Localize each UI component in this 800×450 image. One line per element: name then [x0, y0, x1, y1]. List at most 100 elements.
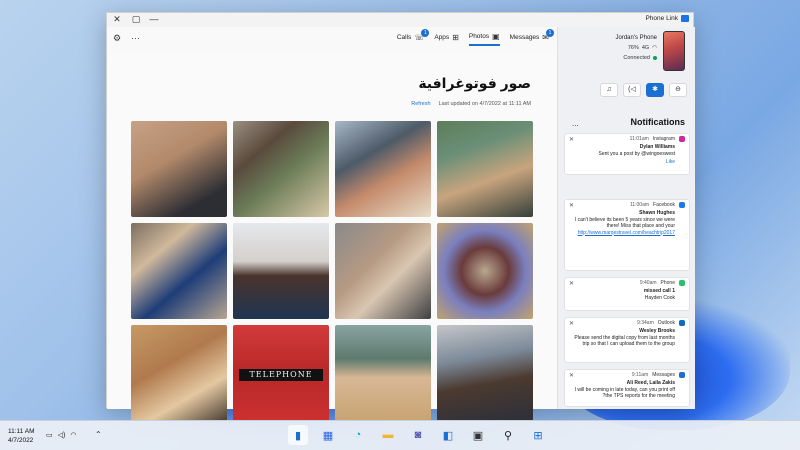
dismiss-icon[interactable]: ✕ [569, 280, 574, 287]
photo-thumbnail[interactable] [437, 325, 533, 421]
system-clock[interactable]: 11:11 AM 4/7/2022 [8, 427, 35, 445]
tab-messages[interactable]: ✉ 1 Messages [509, 29, 554, 46]
tab-photos[interactable]: ▣ Photos [468, 32, 500, 46]
quick-actions: ⊖ ✱ ◁) ♫ [600, 83, 687, 97]
taskbar-apps: ▮ ▦ ◔ ▬ ◙ ◧ ▣ ⚲ ⊞ [288, 425, 548, 445]
widgets-icon[interactable]: ◧ [438, 425, 458, 445]
dismiss-icon[interactable]: ✕ [569, 202, 574, 209]
notification-card[interactable]: ✕ Phone 9:40am 1 missed call Hayden Cook [564, 277, 690, 311]
like-button[interactable]: Like [569, 159, 685, 165]
notification-card[interactable]: ✕ Outlook 9:34am Wesley Brooks Please se… [564, 317, 690, 363]
search-icon[interactable]: ⚲ [498, 425, 518, 445]
phone-status-panel: Jordan's Phone ◠ 4G 76% Connected ⊖ ✱ ◁)… [557, 27, 695, 409]
tab-bar: ✉ 1 Messages ▣ Photos ⊞ Apps ☏ 1 Calls [396, 29, 554, 46]
photo-thumbnail[interactable] [437, 121, 533, 217]
photo-thumbnail[interactable] [131, 325, 227, 421]
taskview-icon[interactable]: ▣ [468, 425, 488, 445]
photo-thumbnail[interactable] [335, 325, 431, 421]
clock-date: 4/7/2022 [8, 437, 34, 444]
notification-time: 11:00am [629, 202, 650, 208]
wifi-icon: ◠ [652, 45, 657, 51]
notification-link[interactable]: http://www.marqestravel.com/beachtrip201… [569, 230, 675, 237]
music-button[interactable]: ♫ [600, 83, 618, 97]
notifications-more-button[interactable]: ... [572, 119, 579, 128]
close-button[interactable]: ✕ [110, 14, 124, 25]
outlook-icon [679, 320, 685, 326]
notification-app: Outlook [657, 320, 675, 326]
chevron-up-icon[interactable]: ⌃ [95, 430, 102, 439]
phonelink-icon[interactable]: ▮ [288, 425, 308, 445]
minimize-button[interactable]: — [147, 14, 161, 24]
tab-calls-label: Calls [396, 34, 412, 41]
notification-time: 9:34am [637, 320, 654, 326]
notification-body: Dylan Williams Sent you a post by @wingo… [569, 144, 685, 157]
photos-meta: Last updated on 4/7/2022 at 11:11 AM Ref… [411, 101, 531, 107]
phone-icon: ☏ 1 [414, 29, 430, 42]
notification-card[interactable]: ✕ Messages 9:11am Ali Reed, Laila Zakis … [564, 369, 690, 407]
notification-body: Ali Reed, Laila Zakis I will be coming i… [569, 380, 685, 400]
notification-app: Phone [660, 280, 675, 286]
phone-app-icon [679, 280, 685, 286]
phone-link-window: ✕ ▢ — Phone Link ⚙ ··· ✉ 1 Messages ▣ Pho… [106, 12, 695, 421]
phone-wallpaper-image [663, 31, 685, 71]
connection-status: Connected [623, 55, 657, 61]
photo-icon: ▣ [492, 32, 500, 41]
explorer-icon[interactable]: ▬ [378, 425, 398, 445]
signal-text: 4G [641, 45, 650, 51]
main-pane: ⚙ ··· ✉ 1 Messages ▣ Photos ⊞ Apps ☏ 1 Cal… [107, 27, 557, 421]
last-updated-text: Last updated on 4/7/2022 at 11:11 AM [438, 101, 531, 107]
notification-body: Wesley Brooks Please send the digital co… [569, 328, 685, 348]
dismiss-icon[interactable]: ✕ [569, 136, 574, 143]
photo-grid: TELEPHONE [131, 121, 533, 421]
dismiss-icon[interactable]: ✕ [569, 372, 574, 379]
notification-text: Hayden Cook [644, 294, 675, 301]
tab-calls[interactable]: ☏ 1 Calls [396, 29, 430, 46]
tab-messages-label: Messages [509, 34, 540, 41]
battery-icon[interactable]: ▭ [46, 431, 53, 439]
refresh-link[interactable]: Refresh [411, 101, 430, 107]
apps-icon: ⊞ [452, 33, 459, 42]
maximize-button[interactable]: ▢ [129, 14, 143, 25]
photo-thumbnail[interactable] [233, 223, 329, 319]
notification-header: Instagram 11:01am [569, 136, 685, 142]
photo-thumbnail[interactable] [131, 223, 227, 319]
device-status-row: ◠ 4G 76% [628, 45, 657, 51]
clock-time: 11:11 AM [8, 428, 35, 435]
app-title: Phone Link [645, 15, 689, 22]
notification-time: 9:11am [631, 372, 649, 378]
notification-header: Facebook 11:00am [569, 202, 685, 208]
message-icon: ✉ 1 [542, 29, 554, 42]
gear-icon[interactable]: ⚙ [113, 33, 121, 44]
volume-icon[interactable]: ◁) [58, 431, 66, 439]
phone-link-logo-icon [681, 15, 689, 22]
photo-thumbnail[interactable] [131, 121, 227, 217]
volume-button[interactable]: ◁) [623, 83, 641, 97]
edge-icon[interactable]: ◔ [348, 425, 368, 445]
notification-text: Sent you a post by @wingoeswest [598, 150, 675, 157]
photo-thumbnail[interactable] [437, 223, 533, 319]
instagram-icon [679, 136, 685, 142]
start-icon[interactable]: ⊞ [528, 425, 548, 445]
tab-apps[interactable]: ⊞ Apps [434, 32, 459, 46]
photo-thumbnail[interactable] [335, 121, 431, 217]
do-not-disturb-button[interactable]: ⊖ [669, 83, 687, 97]
photos-content: صور فوتوغرافية Last updated on 4/7/2022 … [107, 53, 557, 421]
notification-text: Please send the digital copy from last m… [574, 334, 675, 348]
dismiss-icon[interactable]: ✕ [569, 320, 574, 327]
store-icon[interactable]: ▦ [318, 425, 338, 445]
photo-thumbnail[interactable] [233, 121, 329, 217]
notification-app: Facebook [653, 202, 675, 208]
title-bar: ✕ ▢ — Phone Link [107, 13, 693, 27]
notification-text: I can't believe its been 5 years since w… [574, 216, 675, 230]
photo-thumbnail[interactable] [335, 223, 431, 319]
photo-thumbnail[interactable]: TELEPHONE [233, 325, 329, 421]
teams-icon[interactable]: ◙ [408, 425, 428, 445]
wifi-icon[interactable]: ◠ [70, 431, 76, 439]
notification-text: I will be coming in late today, can you … [574, 386, 675, 400]
connected-dot-icon [653, 56, 657, 60]
notification-header: Phone 9:40am [569, 280, 685, 286]
more-icon[interactable]: ··· [131, 33, 140, 43]
notification-card[interactable]: ✕ Facebook 11:00am Shawn Hughes I can't … [564, 199, 690, 271]
bluetooth-button[interactable]: ✱ [646, 83, 664, 97]
notification-card[interactable]: ✕ Instagram 11:01am Dylan Williams Sent … [564, 133, 690, 175]
